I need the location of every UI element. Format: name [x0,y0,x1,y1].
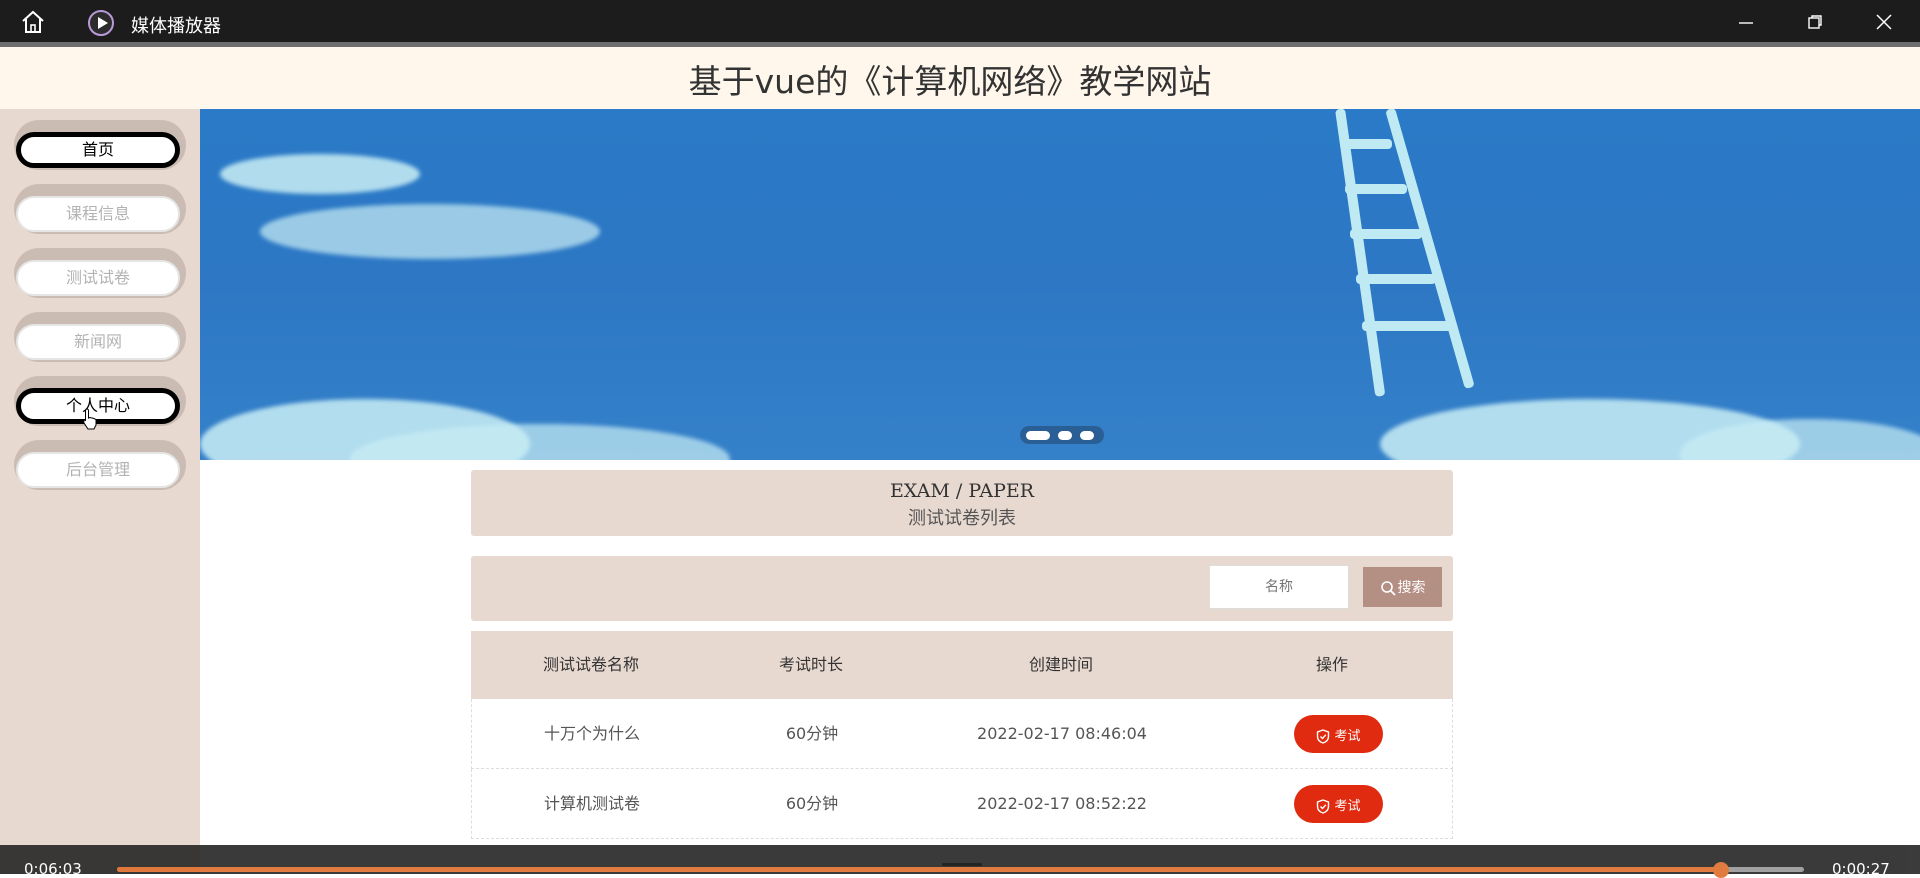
carousel-dot[interactable] [1080,431,1094,440]
sidebar: 首页 课程信息 测试试卷 新闻网 个人中心 后台管理 [0,109,200,874]
seek-bar-fill [117,867,1722,872]
exam-button[interactable]: 考试 [1294,785,1383,823]
exam-button-label: 考试 [1334,728,1361,744]
site-header: 基于vue的《计算机网络》教学网站 [0,47,1920,109]
site-title: 基于vue的《计算机网络》教学网站 [688,62,1212,101]
sidebar-item-news[interactable]: 新闻网 [14,312,186,368]
exam-button[interactable]: 考试 [1294,715,1383,753]
seek-thumb[interactable] [1713,862,1730,878]
sidebar-item-label: 个人中心 [16,388,180,424]
sidebar-item-label: 后台管理 [16,452,180,488]
sidebar-item-course-info[interactable]: 课程信息 [14,184,186,240]
cell-duration: 60分钟 [785,794,839,813]
app-title: 媒体播放器 [131,16,221,37]
maximize-icon [1808,15,1822,29]
search-bar: 搜索 [471,556,1453,621]
carousel-indicators [1020,426,1104,444]
home-icon[interactable] [20,10,50,34]
sidebar-item-test-papers[interactable]: 测试试卷 [14,248,186,304]
panel-handle[interactable] [942,863,982,866]
minimize-icon [1739,22,1753,24]
banner-carousel[interactable] [200,109,1920,460]
banner-cloud [260,204,600,259]
table-header: 测试试卷名称 考试时长 创建时间 操作 [471,631,1453,699]
banner-cloud [220,154,420,194]
sidebar-item-label: 首页 [16,132,180,168]
cell-name: 计算机测试卷 [543,794,640,813]
search-input[interactable] [1209,565,1349,609]
column-header-duration[interactable]: 考试时长 [711,631,911,699]
cell-duration: 60分钟 [785,724,839,743]
sidebar-item-label: 课程信息 [16,196,180,232]
time-remaining: 0:00:27 [1832,860,1890,878]
hand-cursor-icon [82,408,97,430]
ladder-rung [1362,321,1452,331]
table-row: 计算机测试卷 60分钟 2022-02-17 08:52:22 考试 [471,769,1453,839]
column-header-created[interactable]: 创建时间 [911,631,1211,699]
media-player-icon [88,10,114,36]
sidebar-item-home[interactable]: 首页 [14,120,186,176]
ladder-rung [1356,274,1436,284]
ladder-rung [1350,229,1422,239]
exam-table: 测试试卷名称 考试时长 创建时间 操作 十万个为什么 60分钟 2022-02-… [471,631,1453,839]
time-elapsed: 0:06:03 [24,860,82,878]
cell-created: 2022-02-17 08:46:04 [977,724,1147,743]
exam-button-label: 考试 [1334,798,1361,814]
section-title-en: EXAM / PAPER [889,480,1035,502]
ladder-rail [1385,109,1475,390]
cell-created: 2022-02-17 08:52:22 [977,794,1147,813]
table-row: 十万个为什么 60分钟 2022-02-17 08:46:04 考试 [471,699,1453,769]
sidebar-item-admin[interactable]: 后台管理 [14,440,186,496]
section-title-cn: 测试试卷列表 [908,508,1016,529]
maximize-button[interactable] [1795,8,1835,36]
sidebar-item-label: 新闻网 [16,324,180,360]
shield-check-icon [1317,728,1330,744]
ladder-rung [1340,139,1392,149]
close-icon [1876,14,1892,30]
sidebar-item-personal-center[interactable]: 个人中心 [14,376,186,432]
search-icon [1380,581,1396,596]
search-button[interactable]: 搜索 [1363,567,1442,607]
player-control-bar: 0:06:03 0:00:27 [0,845,1920,878]
carousel-dot[interactable] [1058,431,1072,440]
ladder-rail [1335,109,1386,397]
shield-check-icon [1317,798,1330,814]
sidebar-item-label: 测试试卷 [16,260,180,296]
seek-bar[interactable] [117,867,1804,872]
search-button-label: 搜索 [1397,580,1426,596]
section-title: EXAM / PAPER 测试试卷列表 [471,470,1453,536]
cell-name: 十万个为什么 [543,724,640,743]
carousel-dot-active[interactable] [1026,431,1050,440]
ladder-rung [1345,184,1407,194]
column-header-name[interactable]: 测试试卷名称 [471,631,711,699]
minimize-button[interactable] [1726,8,1766,36]
column-header-action: 操作 [1315,655,1348,674]
window-title-bar: 媒体播放器 [0,0,1920,42]
close-button[interactable] [1864,8,1904,36]
